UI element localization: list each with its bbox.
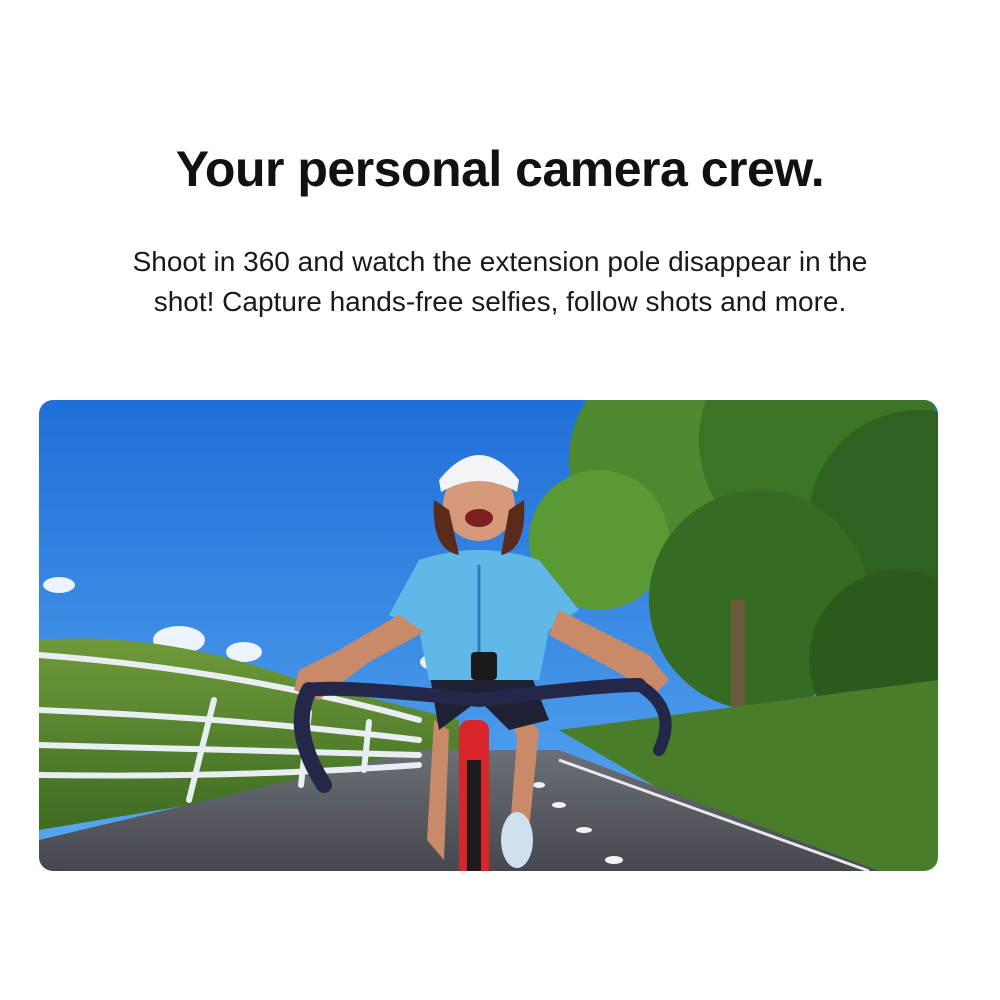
page-heading: Your personal camera crew. [175, 141, 825, 197]
page-subtitle: Shoot in 360 and watch the extension pol… [60, 242, 940, 322]
smile [465, 509, 493, 527]
subtitle-line-2: shot! Capture hands-free selfies, follow… [153, 286, 847, 317]
camera-mount [471, 652, 497, 680]
cyclist-illustration [39, 400, 938, 871]
cyclist-photo [39, 400, 938, 871]
subtitle-line-1: Shoot in 360 and watch the extension pol… [132, 246, 868, 277]
